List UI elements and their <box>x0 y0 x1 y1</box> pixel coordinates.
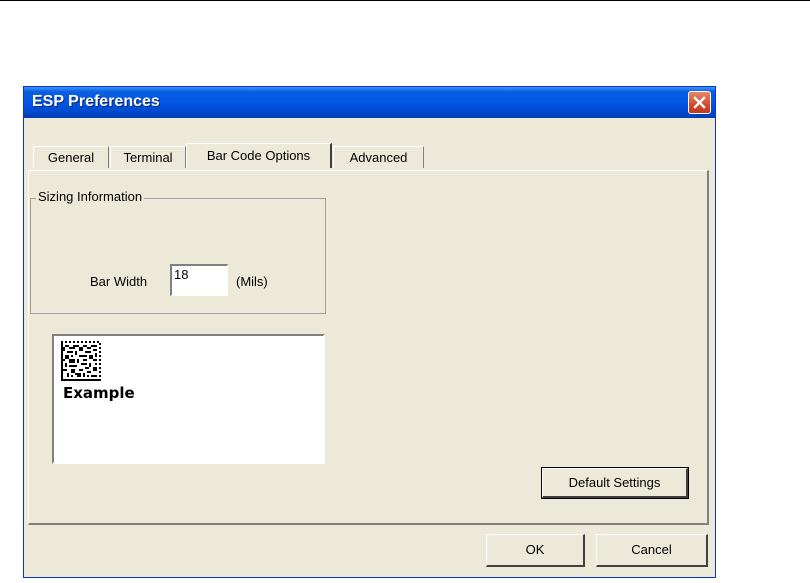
mils-unit-label: (Mils) <box>236 274 268 289</box>
datamatrix-barcode-image <box>61 341 101 381</box>
close-icon <box>693 96 706 109</box>
tab-bar-code-options[interactable]: Bar Code Options <box>186 143 332 168</box>
ok-label: OK <box>525 542 545 557</box>
cancel-label: Cancel <box>631 542 672 557</box>
ok-button[interactable]: OK <box>486 534 585 567</box>
barcode-preview: Example <box>52 334 325 464</box>
tab-terminal[interactable]: Terminal <box>110 146 186 168</box>
title-bar[interactable]: ESP Preferences <box>24 87 715 118</box>
cancel-button[interactable]: Cancel <box>596 534 708 567</box>
tab-bar-code-options-label: Bar Code Options <box>206 148 311 163</box>
default-settings-label: Default Settings <box>568 475 661 490</box>
bar-width-label: Bar Width <box>90 274 148 289</box>
tab-advanced-label: Advanced <box>349 150 408 165</box>
close-button[interactable] <box>688 91 711 114</box>
sizing-information-label: Sizing Information <box>36 189 145 204</box>
tab-general[interactable]: General <box>33 146 109 168</box>
top-divider <box>0 0 810 1</box>
preview-caption: Example <box>63 384 135 402</box>
sizing-information-group <box>30 198 326 314</box>
tab-general-label: General <box>47 150 95 165</box>
bar-width-value: 18 <box>174 267 189 282</box>
window-title: ESP Preferences <box>32 93 160 110</box>
default-settings-button[interactable]: Default Settings <box>541 467 689 499</box>
tab-advanced[interactable]: Advanced <box>333 146 424 168</box>
tab-terminal-label: Terminal <box>123 150 173 165</box>
bar-width-input[interactable]: 18 <box>170 264 228 296</box>
